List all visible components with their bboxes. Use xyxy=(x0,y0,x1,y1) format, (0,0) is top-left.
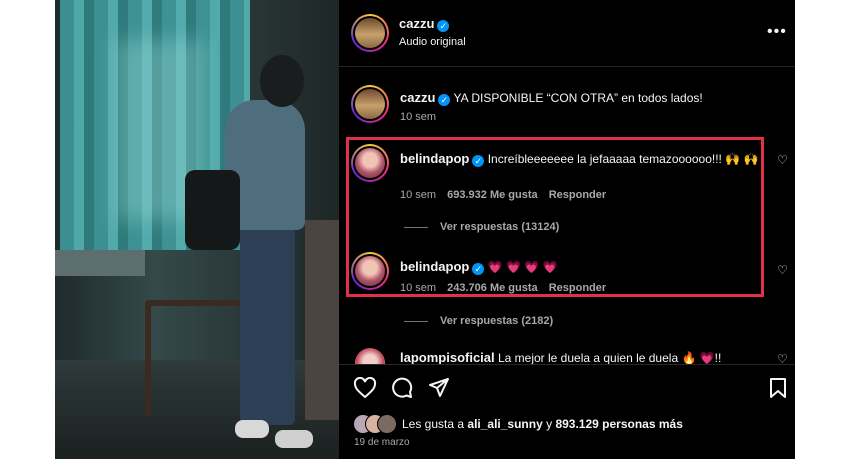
comment-partial: lapompisoficial La mejor le duela a quie… xyxy=(339,340,795,364)
likes-connector: y xyxy=(546,417,553,431)
reel-video[interactable] xyxy=(55,0,339,459)
share-icon[interactable] xyxy=(428,377,450,399)
likes-user[interactable]: ali_ali_sunny xyxy=(467,417,542,431)
video-backpack xyxy=(185,170,240,250)
video-person-legs xyxy=(240,225,295,425)
heart-icon[interactable]: ♡ xyxy=(777,352,788,364)
author-username-row[interactable]: cazzu ✓ xyxy=(399,16,450,32)
replies-line xyxy=(404,321,428,322)
verified-icon: ✓ xyxy=(438,94,451,106)
likes-summary: Les gusta a ali_ali_sunny y 893.129 pers… xyxy=(402,417,683,431)
highlight-box xyxy=(346,137,764,297)
comment-text: La mejor le duela a quien le duela 🔥 💗!! xyxy=(497,351,722,364)
comment-text-row: lapompisoficial La mejor le duela a quie… xyxy=(400,350,770,364)
comment-username[interactable]: lapompisoficial xyxy=(400,350,495,364)
video-shoe xyxy=(275,430,313,448)
caption-text-row: cazzu ✓ YA DISPONIBLE “CON OTRA” en todos… xyxy=(400,90,780,106)
caption-avatar[interactable] xyxy=(351,85,389,123)
actions-divider xyxy=(339,364,795,365)
more-options-icon[interactable]: ••• xyxy=(767,23,787,41)
caption-text: YA DISPONIBLE “CON OTRA” en todos lados! xyxy=(453,91,703,105)
video-person-head xyxy=(260,55,304,107)
view-replies-button[interactable]: Ver respuestas (2182) xyxy=(440,315,553,327)
comment-icon[interactable] xyxy=(391,377,413,399)
verified-icon: ✓ xyxy=(437,20,450,32)
liker-avatar xyxy=(377,414,397,434)
save-icon[interactable] xyxy=(769,377,787,399)
likes-others[interactable]: 893.129 personas más xyxy=(555,417,682,431)
caption-time: 10 sem xyxy=(400,111,437,123)
heart-icon[interactable]: ♡ xyxy=(777,263,788,277)
header-divider xyxy=(339,66,795,67)
likes-prefix: Les gusta a xyxy=(402,417,465,431)
caption-username[interactable]: cazzu xyxy=(400,90,435,105)
heart-icon[interactable]: ♡ xyxy=(777,153,788,167)
comment-avatar[interactable] xyxy=(355,348,385,364)
video-shoe xyxy=(235,420,269,438)
author-username[interactable]: cazzu xyxy=(399,16,434,31)
post-date: 19 de marzo xyxy=(354,437,410,448)
video-table xyxy=(55,250,145,276)
author-avatar[interactable] xyxy=(351,14,389,52)
liker-avatars[interactable] xyxy=(353,414,405,434)
like-icon[interactable] xyxy=(353,377,377,399)
video-shelf xyxy=(305,220,339,420)
audio-label[interactable]: Audio original xyxy=(399,36,466,48)
